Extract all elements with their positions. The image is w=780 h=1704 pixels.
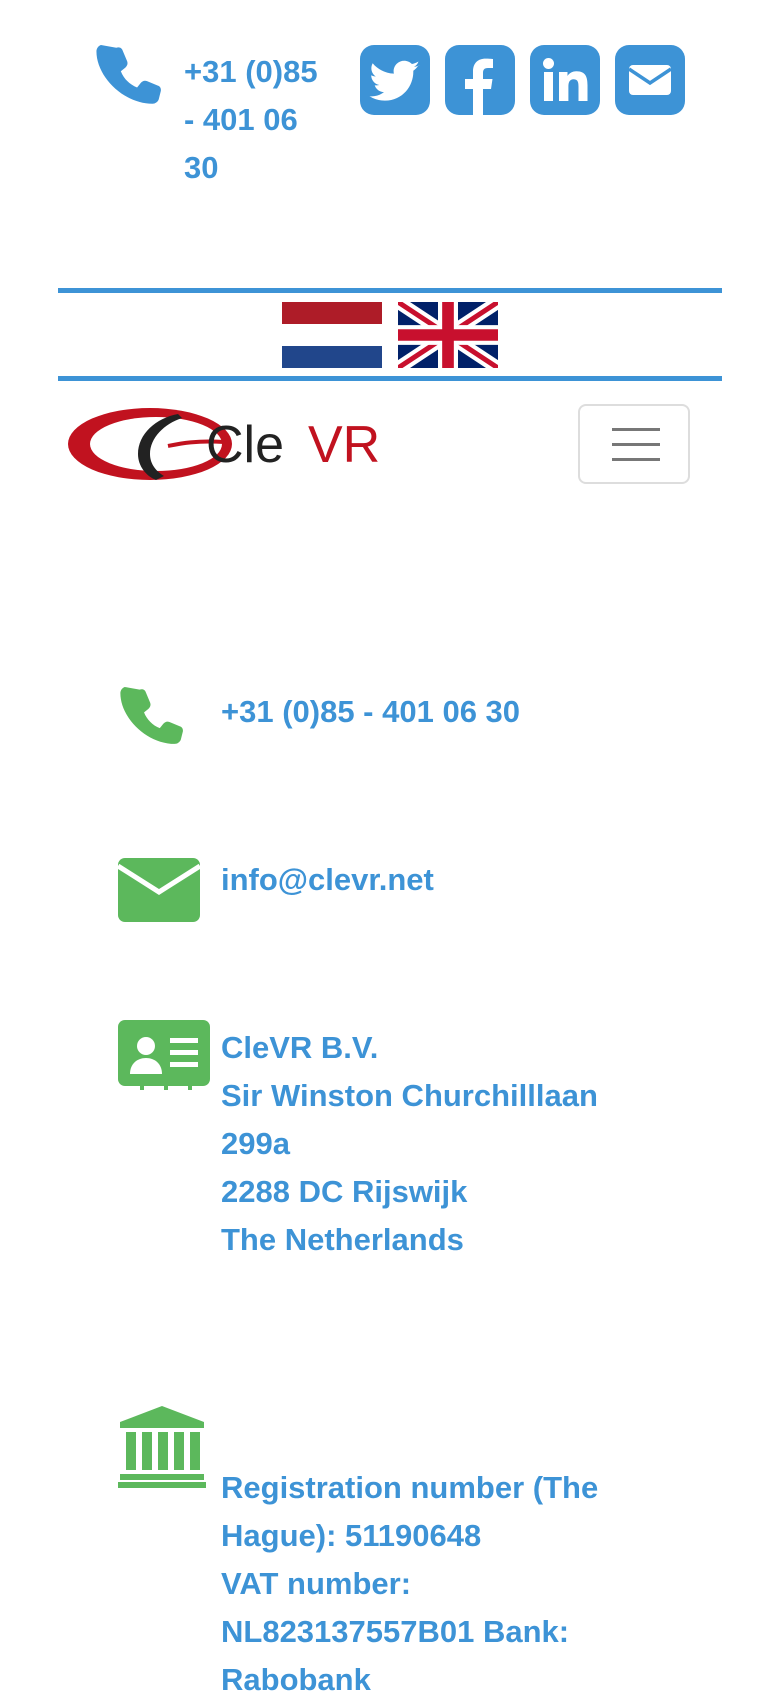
address-block: CleVR B.V. Sir Winston Churchilllaan 299…	[221, 1024, 661, 1264]
divider	[58, 288, 722, 293]
hamburger-line	[612, 458, 660, 461]
bank-icon	[118, 1406, 206, 1488]
logo-text-dark: Cle	[206, 416, 284, 474]
hamburger-line	[612, 443, 660, 446]
header-phone-link[interactable]: +31 (0)85 - 401 06 30	[184, 48, 334, 192]
phone-icon	[118, 684, 184, 750]
address-card-icon	[118, 1020, 210, 1090]
menu-toggle-button[interactable]	[578, 404, 690, 484]
clevr-logo[interactable]: Cle VR	[60, 402, 416, 484]
phone-icon	[94, 42, 162, 110]
uk-flag-icon[interactable]	[394, 296, 502, 374]
contact-phone-link[interactable]: +31 (0)85 - 401 06 30	[221, 688, 661, 736]
dutch-flag-icon[interactable]	[282, 302, 382, 368]
registration-block: Registration number (The Hague): 5119064…	[221, 1464, 641, 1704]
country: The Netherlands	[221, 1222, 464, 1257]
vat-bank-line: VAT number: NL823137557B01 Bank: Raboban…	[221, 1566, 570, 1697]
envelope-icon[interactable]	[615, 45, 685, 115]
linkedin-icon[interactable]	[530, 45, 600, 115]
contact-email-link[interactable]: info@clevr.net	[221, 856, 661, 904]
street-address: Sir Winston Churchilllaan 299a	[221, 1078, 598, 1161]
twitter-icon[interactable]	[360, 45, 430, 115]
divider	[58, 376, 722, 381]
logo-text-red: VR	[308, 416, 380, 474]
city-address: 2288 DC Rijswijk	[221, 1174, 468, 1209]
facebook-icon[interactable]	[445, 45, 515, 115]
registration-line: Registration number (The Hague): 5119064…	[221, 1470, 599, 1553]
envelope-icon	[116, 858, 202, 922]
company-name: CleVR B.V.	[221, 1030, 379, 1065]
hamburger-icon	[612, 428, 660, 431]
